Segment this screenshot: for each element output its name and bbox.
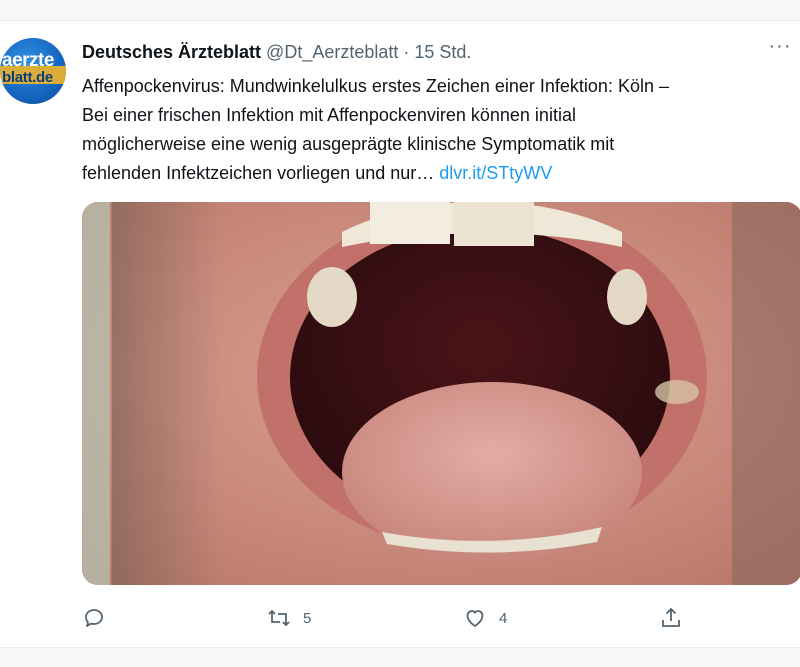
timestamp[interactable]: 15 Std. (414, 42, 471, 63)
tweet-card[interactable]: aerzte blatt.de Deutsches Ärzteblatt @Dt… (0, 20, 800, 648)
tweet-text-line: Bei einer frischen Infektion mit Affenpo… (82, 105, 576, 125)
tweet-text-line: Affenpockenvirus: Mundwinkelulkus erstes… (82, 76, 669, 96)
tweet-header: Deutsches Ärzteblatt @Dt_Aerzteblatt · 1… (82, 41, 471, 63)
like-button[interactable]: 4 (463, 603, 507, 633)
author-handle[interactable]: @Dt_Aerzteblatt (266, 42, 398, 63)
share-icon (662, 607, 680, 627)
reply-icon (85, 609, 103, 627)
tweet-image[interactable] (82, 202, 800, 585)
tweet-link[interactable]: dlvr.it/STtyWV (439, 163, 552, 183)
author-name[interactable]: Deutsches Ärzteblatt (82, 42, 261, 63)
more-options-icon[interactable]: ··· (766, 36, 794, 59)
avatar-logo-text-2: blatt.de (2, 69, 53, 86)
tweet-text: Affenpockenvirus: Mundwinkelulkus erstes… (82, 72, 794, 188)
separator-dot: · (403, 41, 410, 62)
retweet-button[interactable]: 5 (267, 603, 311, 633)
tweet-text-line-last: fehlenden Infektzeichen vorliegen und nu… (82, 159, 794, 188)
like-count: 4 (499, 609, 508, 627)
tweet-actions: 5 4 (82, 603, 782, 633)
open-mouth-photo (82, 202, 800, 585)
retweet-icon (268, 609, 290, 627)
retweet-count: 5 (303, 609, 312, 627)
share-button[interactable] (659, 603, 683, 633)
tweet-text-line: fehlenden Infektzeichen vorliegen und nu… (82, 163, 435, 183)
reply-button[interactable] (82, 603, 106, 633)
heart-icon (466, 610, 484, 627)
avatar[interactable]: aerzte blatt.de (0, 38, 66, 104)
tweet-text-line: möglicherweise eine wenig ausgeprägte kl… (82, 134, 615, 154)
